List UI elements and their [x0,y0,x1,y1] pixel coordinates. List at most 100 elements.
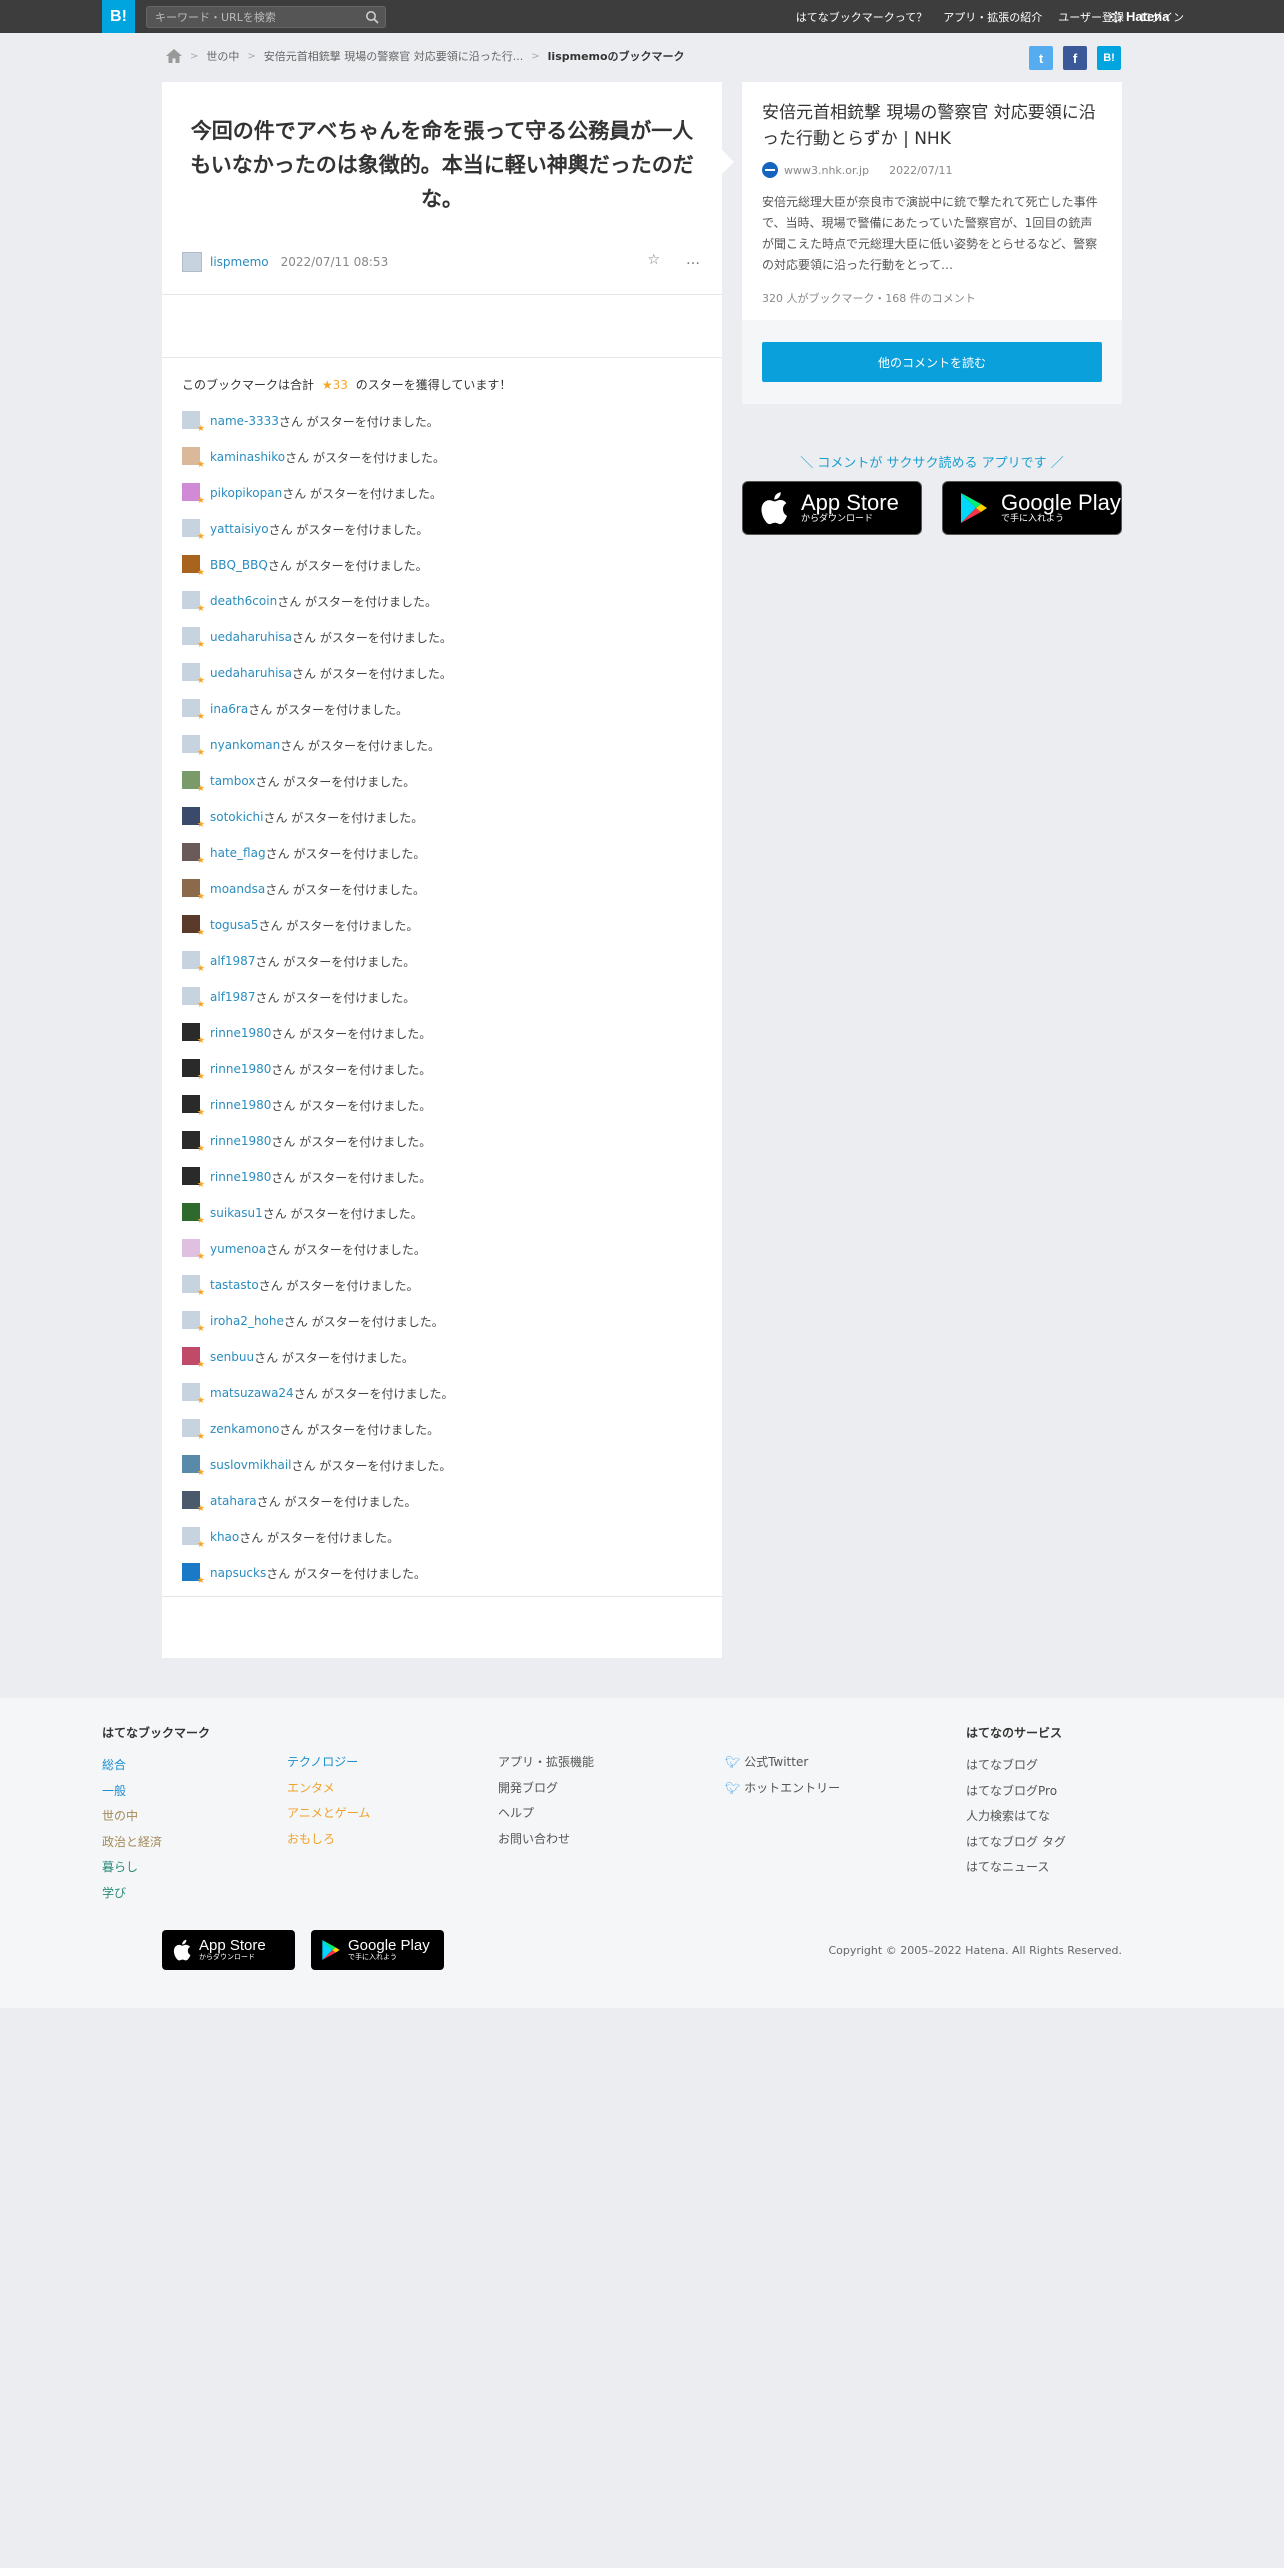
app-store-button[interactable]: App Store からダウンロード [742,481,922,535]
footer-link-social[interactable]: 世の中 [102,1804,210,1830]
google-play-button[interactable]: Google Play で手に入れよう [942,481,1122,535]
star-user[interactable]: napsucks [210,1566,266,1580]
entry-site[interactable]: www3.nhk.or.jp [784,164,869,177]
star-user[interactable]: yattaisiyo [210,522,269,536]
star-user[interactable]: death6coin [210,594,277,608]
avatar[interactable]: ★ [182,987,205,1010]
avatar[interactable]: ★ [182,627,205,650]
star-user[interactable]: BBQ_BBQ [210,558,268,572]
star-user[interactable]: alf1987 [210,990,255,1004]
avatar[interactable]: ★ [182,1239,205,1262]
avatar[interactable]: ★ [182,1563,205,1586]
entry-title[interactable]: 安倍元首相銃撃 現場の警察官 対応要領に沿った行動とらずか | NHK [762,100,1102,152]
search-input[interactable] [147,7,352,27]
star-user[interactable]: matsuzawa24 [210,1386,294,1400]
avatar[interactable]: ★ [182,879,205,902]
star-user[interactable]: alf1987 [210,954,255,968]
star-user[interactable]: khao [210,1530,239,1544]
facebook-share-icon[interactable]: f [1063,46,1087,70]
entry-counts[interactable]: 320 人がブックマーク・168 件のコメント [762,290,1102,306]
avatar[interactable] [182,252,202,272]
twitter-share-icon[interactable]: t [1029,46,1053,70]
avatar[interactable]: ★ [182,1095,205,1118]
avatar[interactable]: ★ [182,1131,205,1154]
avatar[interactable]: ★ [182,1275,205,1298]
nav-about[interactable]: はてなブックマークって？ [796,9,927,25]
avatar[interactable]: ★ [182,951,205,974]
avatar[interactable]: ★ [182,1491,205,1514]
footer-link-blogtag[interactable]: はてなブログ タグ [966,1830,1066,1856]
star-user[interactable]: tambox [210,774,255,788]
footer-link-it[interactable]: テクノロジー [287,1750,370,1776]
footer-app-store-button[interactable]: App Store からダウンロード [162,1930,295,1970]
footer-link-game[interactable]: アニメとゲーム [287,1801,370,1827]
avatar[interactable]: ★ [182,555,205,578]
add-star-icon[interactable]: ☆ [647,252,660,268]
star-user[interactable]: zenkamono [210,1422,279,1436]
star-user[interactable]: moandsa [210,882,265,896]
breadcrumb-category[interactable]: 世の中 [206,48,239,64]
hatena-bookmark-logo[interactable]: B! [102,0,135,33]
star-user[interactable]: suikasu1 [210,1206,263,1220]
avatar[interactable]: ★ [182,843,205,866]
avatar[interactable]: ★ [182,1167,205,1190]
avatar[interactable]: ★ [182,1527,205,1550]
star-user[interactable]: senbuu [210,1350,254,1364]
more-icon[interactable]: … [686,252,700,268]
avatar[interactable]: ★ [182,1347,205,1370]
star-user[interactable]: iroha2_hohe [210,1314,284,1328]
star-user[interactable]: tastasto [210,1278,259,1292]
hatena-share-icon[interactable]: B! [1097,46,1121,70]
home-icon[interactable] [166,49,182,63]
avatar[interactable]: ★ [182,483,205,506]
star-user[interactable]: rinne1980 [210,1098,271,1112]
footer-link-apps[interactable]: アプリ・拡張機能 [498,1750,594,1776]
star-user[interactable]: hate_flag [210,846,266,860]
footer-link-general[interactable]: 一般 [102,1779,210,1805]
footer-link-economics[interactable]: 政治と経済 [102,1830,210,1856]
avatar[interactable]: ★ [182,735,205,758]
read-other-comments-button[interactable]: 他のコメントを読む [762,342,1102,382]
avatar[interactable]: ★ [182,1203,205,1226]
star-user[interactable]: pikopikopan [210,486,282,500]
hatena-brand-link[interactable]: Hatena [1110,0,1169,33]
avatar[interactable]: ★ [182,807,205,830]
star-user[interactable]: name-3333 [210,414,279,428]
footer-link-knowledge[interactable]: 学び [102,1881,210,1907]
footer-link-blogpro[interactable]: はてなブログPro [966,1779,1066,1805]
footer-google-play-button[interactable]: Google Play で手に入れよう [311,1930,444,1970]
star-user[interactable]: nyankoman [210,738,280,752]
star-user[interactable]: suslovmikhail [210,1458,292,1472]
avatar[interactable]: ★ [182,519,205,542]
avatar[interactable]: ★ [182,1383,205,1406]
star-user[interactable]: yumenoa [210,1242,266,1256]
avatar[interactable]: ★ [182,1311,205,1334]
avatar[interactable]: ★ [182,771,205,794]
avatar[interactable]: ★ [182,411,205,434]
star-user[interactable]: uedaharuhisa [210,666,292,680]
avatar[interactable]: ★ [182,447,205,470]
star-user[interactable]: rinne1980 [210,1134,271,1148]
avatar[interactable]: ★ [182,699,205,722]
star-user[interactable]: rinne1980 [210,1026,271,1040]
star-user[interactable]: sotokichi [210,810,263,824]
star-user[interactable]: ina6ra [210,702,248,716]
footer-link-entertainment[interactable]: エンタメ [287,1776,370,1802]
footer-link-fun[interactable]: おもしろ [287,1827,370,1853]
star-user[interactable]: togusa5 [210,918,259,932]
star-user[interactable]: atahara [210,1494,257,1508]
avatar[interactable]: ★ [182,1023,205,1046]
bookmark-user[interactable]: lispmemo [210,255,269,269]
avatar[interactable]: ★ [182,1455,205,1478]
footer-link-twitter[interactable]: 🐦︎ 公式Twitter [725,1750,840,1776]
star-user[interactable]: rinne1980 [210,1170,271,1184]
avatar[interactable]: ★ [182,663,205,686]
avatar[interactable]: ★ [182,1419,205,1442]
breadcrumb-entry[interactable]: 安倍元首相銃撃 現場の警察官 対応要領に沿った行... [264,48,523,64]
star-user[interactable]: kaminashiko [210,450,285,464]
avatar[interactable]: ★ [182,1059,205,1082]
footer-link-hotentry[interactable]: 🐦︎ ホットエントリー [725,1776,840,1802]
footer-link-blog[interactable]: はてなブログ [966,1753,1066,1779]
footer-link-help[interactable]: ヘルプ [498,1801,594,1827]
footer-link-contact[interactable]: お問い合わせ [498,1827,594,1853]
